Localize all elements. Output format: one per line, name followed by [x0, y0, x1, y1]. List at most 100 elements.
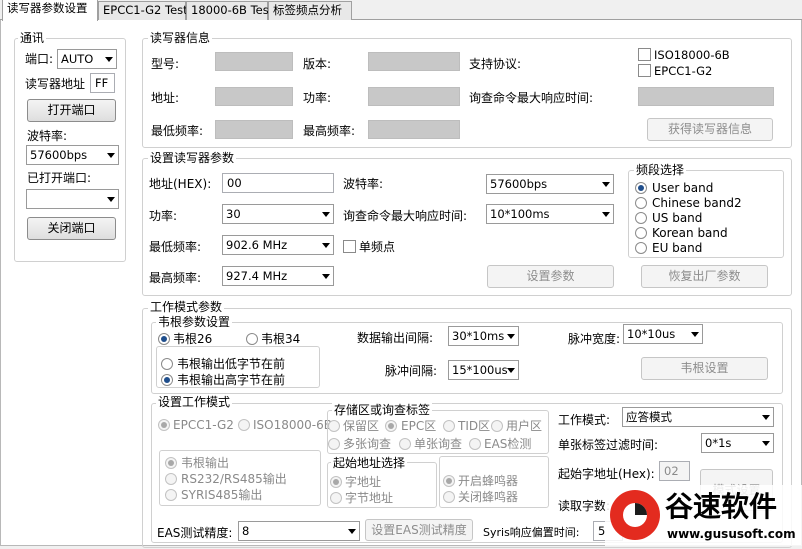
param-addr-input[interactable]: 00 [222, 173, 334, 193]
address-value [215, 87, 293, 106]
work-mode-label: 工作模式: [558, 413, 611, 427]
band-label: Korean band [652, 226, 728, 240]
epc-mode-radio[interactable] [158, 419, 170, 431]
close-port-button[interactable]: 关闭端口 [27, 217, 116, 240]
set-params-button[interactable]: 设置参数 [487, 265, 614, 288]
wiegand26-label: 韦根26 [173, 332, 213, 346]
tab-frequency-analysis[interactable]: 标签频点分析 [268, 1, 352, 20]
param-power-label: 功率: [149, 209, 178, 223]
chevron-down-icon [322, 243, 330, 248]
band-radio-eu-band[interactable] [635, 242, 647, 254]
get-reader-info-button[interactable]: 获得读写器信息 [647, 118, 773, 141]
param-resp-select[interactable]: 10*100ms [486, 204, 614, 224]
param-maxf-label: 最高频率: [149, 271, 202, 285]
baud-select[interactable]: 57600bps [26, 145, 119, 165]
watermark-url: www.gususoft.com [667, 527, 796, 541]
tab-18000-6b-test[interactable]: 18000-6B Test [186, 1, 273, 20]
opened-port-select[interactable] [26, 189, 119, 209]
tab-reader-params[interactable]: 读写器参数设置 [2, 0, 98, 21]
opened-port-label: 已打开端口: [27, 171, 92, 185]
low-byte-first-radio[interactable] [161, 358, 173, 370]
byte-addr-radio[interactable] [330, 492, 342, 504]
chevron-down-icon [105, 57, 113, 62]
max-freq-value [368, 120, 460, 139]
wiegand-set-button[interactable]: 韦根设置 [641, 357, 768, 380]
data-interval-select[interactable]: 30*10ms [448, 326, 519, 346]
reader-address-input[interactable]: FF [90, 73, 115, 93]
filter-time-select[interactable]: 0*1s [701, 433, 774, 453]
tab-bar: 读写器参数设置 EPCC1-G2 Test 18000-6B Test 标签频点… [0, 0, 802, 21]
pulse-width-label: 脉冲宽度: [568, 332, 621, 346]
open-port-button[interactable]: 打开端口 [27, 99, 116, 122]
tid-label: TID区 [458, 419, 491, 433]
min-freq-label: 最低频率: [151, 124, 204, 138]
start-word-addr-input[interactable]: 02 [659, 461, 690, 481]
band-radio-us-band[interactable] [635, 212, 647, 224]
single-freq-checkbox[interactable] [343, 240, 356, 253]
chevron-down-icon [322, 212, 330, 217]
epc-area-radio[interactable] [385, 420, 397, 432]
band-label: Chinese band2 [652, 196, 742, 210]
max-resp-value [638, 87, 774, 106]
eas-radio[interactable] [469, 438, 481, 450]
eas-precision-select[interactable]: 8 [238, 521, 360, 541]
wiegand-title: 韦根参数设置 [156, 315, 233, 329]
pulse-width-select[interactable]: 10*10us [623, 324, 703, 344]
wiegand-output-label: 韦根输出 [181, 456, 230, 470]
param-power-select[interactable]: 30 [222, 204, 334, 224]
rs-output-radio[interactable] [165, 473, 177, 485]
param-baud-select[interactable]: 57600bps [486, 174, 614, 194]
band-radio-korean-band[interactable] [635, 227, 647, 239]
user-area-label: 用户区 [506, 419, 543, 433]
high-byte-first-radio[interactable] [161, 374, 173, 386]
set-eas-precision-button[interactable]: 设置EAS测试精度 [365, 519, 473, 541]
syris-output-label: SYRIS485输出 [181, 488, 263, 502]
epcc1-checkbox[interactable] [638, 64, 651, 77]
single-freq-label: 单频点 [359, 240, 396, 254]
work-mode-select[interactable]: 应答模式 [622, 407, 774, 427]
version-value [368, 52, 460, 71]
max-freq-label: 最高频率: [303, 124, 356, 138]
word-addr-radio[interactable] [330, 476, 342, 488]
high-byte-first-label: 韦根输出高字节在前 [177, 373, 286, 387]
param-addr-label: 地址(HEX): [149, 177, 212, 191]
iso18000-checkbox[interactable] [638, 48, 651, 61]
chevron-down-icon [107, 153, 115, 158]
wiegand-output-radio[interactable] [165, 457, 177, 469]
chevron-down-icon [691, 332, 699, 337]
tab-epcc1-g2-test[interactable]: EPCC1-G2 Test [98, 1, 188, 20]
buzzer-on-radio[interactable] [443, 475, 455, 487]
low-byte-first-label: 韦根输出低字节在前 [177, 357, 286, 371]
max-resp-label: 询查命令最大响应时间: [469, 91, 594, 105]
model-value [215, 52, 293, 71]
data-interval-label: 数据输出间隔: [357, 331, 434, 345]
buzzer-off-radio[interactable] [443, 491, 455, 503]
epc-mode-label: EPCC1-G2 [173, 418, 234, 432]
restore-defaults-button[interactable]: 恢复出厂参数 [641, 265, 768, 288]
reserve-radio[interactable] [328, 420, 340, 432]
tid-radio[interactable] [443, 420, 455, 432]
byte-addr-label: 字节地址 [345, 491, 394, 505]
syris-output-radio[interactable] [165, 489, 177, 501]
epcc1-label: EPCC1-G2 [654, 64, 713, 78]
band-radio-chinese-band2[interactable] [635, 197, 647, 209]
param-minf-select[interactable]: 902.6 MHz [222, 235, 334, 255]
wiegand34-radio[interactable] [246, 333, 258, 345]
param-maxf-select[interactable]: 927.4 MHz [222, 266, 334, 286]
eas-label: EAS检测 [484, 437, 532, 451]
multi-query-radio[interactable] [328, 438, 340, 450]
pulse-interval-select[interactable]: 15*100us [448, 360, 519, 380]
filter-time-label: 单张标签过滤时间: [558, 438, 659, 452]
iso-mode-radio[interactable] [238, 419, 250, 431]
protocols-label: 支持协议: [469, 57, 522, 71]
eas-precision-label: EAS测试精度: [157, 526, 233, 540]
single-query-label: 单张询查 [414, 437, 463, 451]
single-query-radio[interactable] [399, 438, 411, 450]
reader-address-label: 读写器地址 [25, 77, 86, 91]
band-radio-user-band[interactable] [635, 182, 647, 194]
chevron-down-icon [602, 182, 610, 187]
port-select[interactable]: AUTO [57, 49, 117, 69]
wiegand26-radio[interactable] [158, 333, 170, 345]
chevron-down-icon [348, 529, 356, 534]
user-area-radio[interactable] [491, 420, 503, 432]
